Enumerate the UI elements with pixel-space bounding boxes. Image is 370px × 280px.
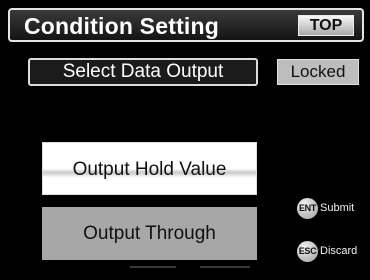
submit-label: Submit	[320, 202, 355, 214]
select-data-output-label: Select Data Output	[28, 58, 258, 86]
discard-hint[interactable]: ESC Discard	[297, 240, 357, 262]
output-through-option[interactable]: Output Through	[42, 207, 257, 260]
locked-status-badge: Locked	[277, 59, 359, 85]
bottom-divider-left	[130, 266, 176, 268]
discard-label: Discard	[320, 245, 358, 257]
top-button[interactable]: TOP	[298, 15, 354, 36]
esc-key-icon: ESC	[297, 240, 318, 262]
output-hold-value-option[interactable]: Output Hold Value	[42, 142, 257, 195]
ent-key-icon: ENT	[297, 197, 318, 219]
submit-hint[interactable]: ENT Submit	[297, 197, 354, 219]
title-bar: Condition Setting TOP	[8, 8, 364, 42]
bottom-divider-right	[200, 266, 250, 268]
page-title: Condition Setting	[24, 13, 220, 39]
